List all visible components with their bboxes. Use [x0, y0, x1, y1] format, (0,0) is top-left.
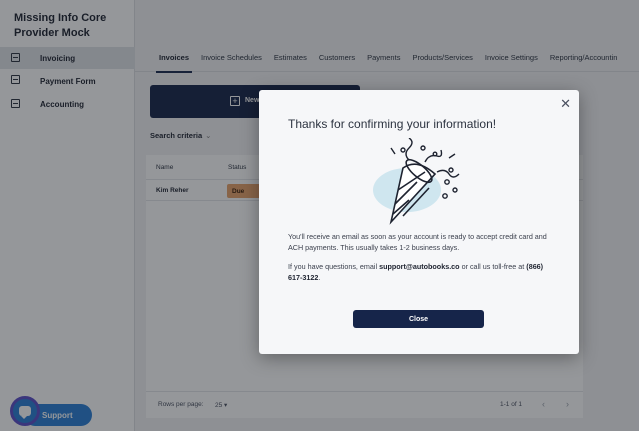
party-popper-icon	[373, 138, 460, 225]
modal-title: Thanks for confirming your information!	[288, 117, 497, 131]
contact-text-suffix: .	[318, 273, 321, 282]
support-email-link[interactable]: support@autobooks.co	[379, 262, 459, 271]
contact-text-mid: or call us toll-free at	[459, 262, 527, 271]
contact-text-prefix: If you have questions, email	[288, 262, 380, 271]
close-icon[interactable]: ✕	[560, 96, 571, 112]
modal-message-contact: If you have questions, email support@aut…	[288, 261, 558, 283]
close-button[interactable]: Close	[353, 310, 484, 328]
modal-message-account-ready: You'll receive an email as soon as your …	[288, 232, 547, 252]
confirmation-modal: ✕ Thanks for confirming your information…	[259, 90, 579, 354]
